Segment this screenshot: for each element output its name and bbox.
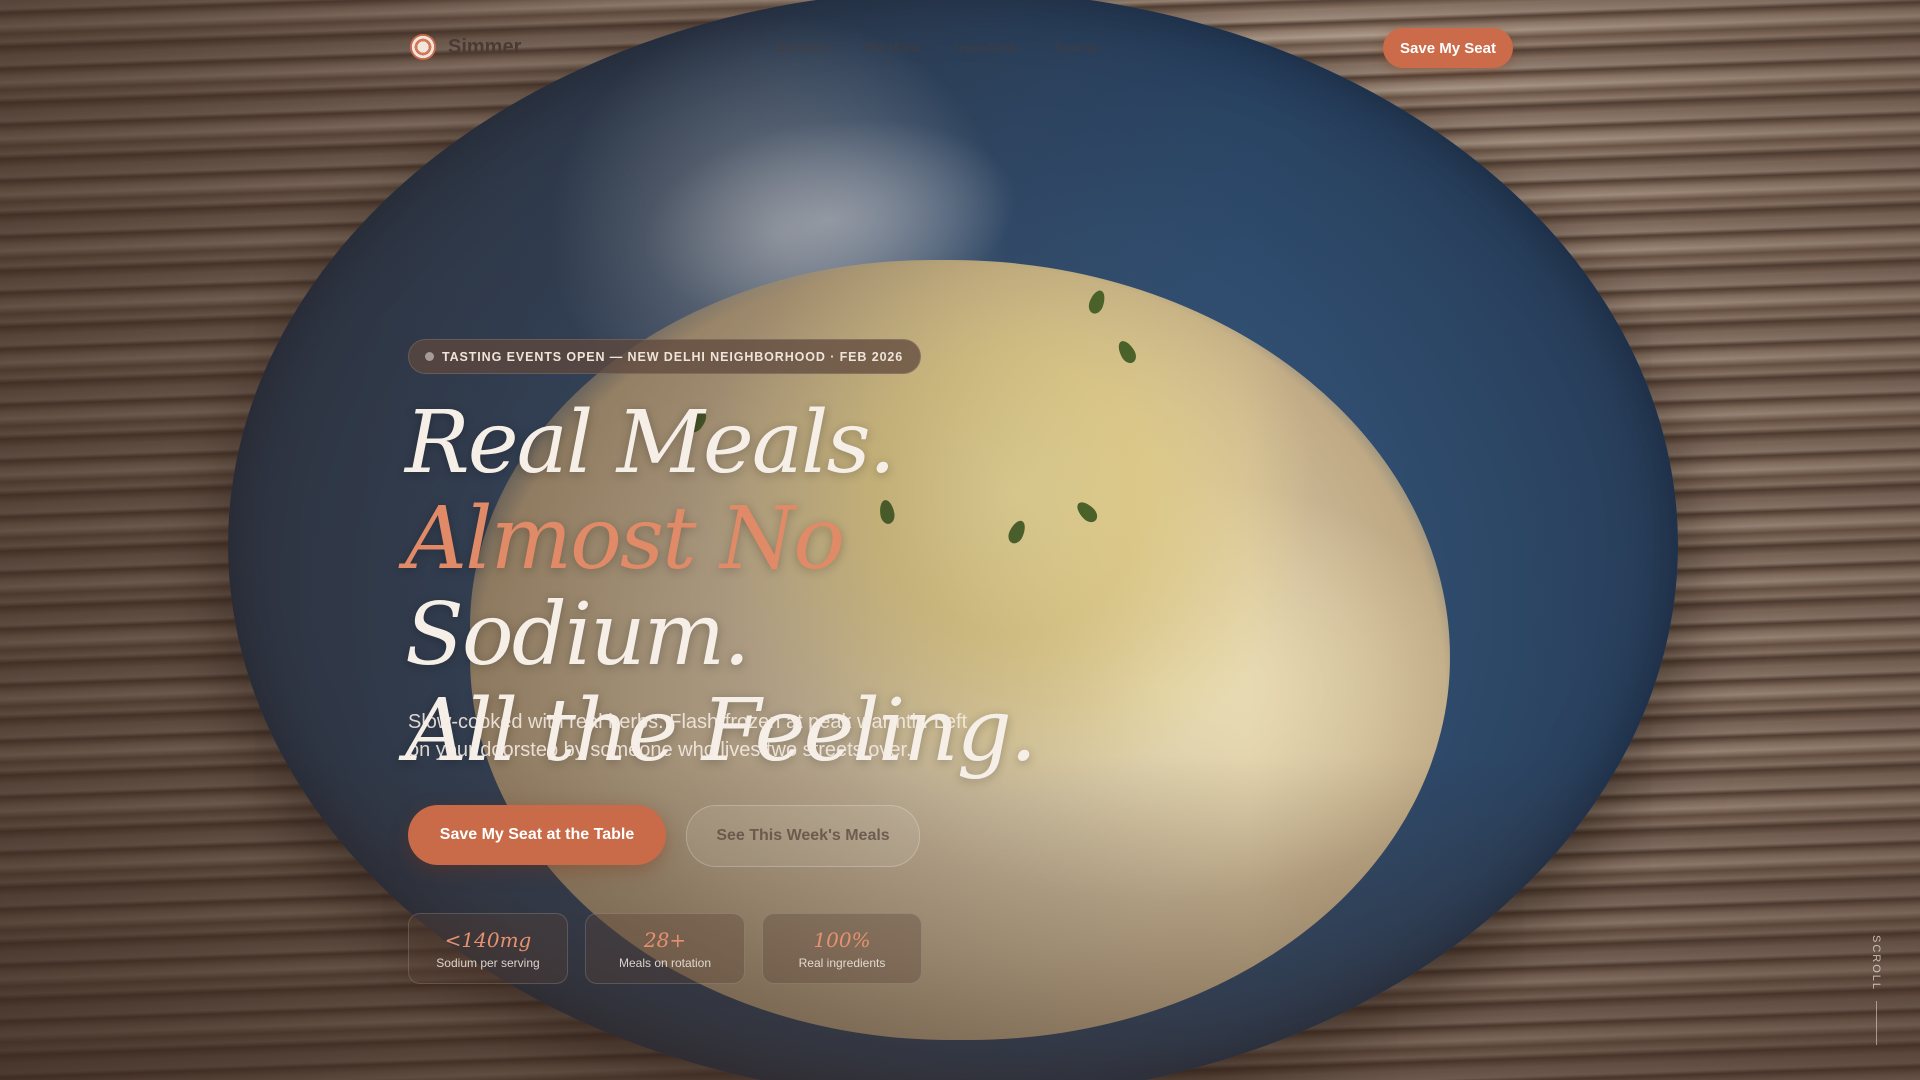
stat-label: Sodium per serving bbox=[436, 955, 540, 970]
stat-label: Meals on rotation bbox=[618, 955, 712, 970]
stat-value: 100% bbox=[813, 927, 871, 952]
nav-link-menu[interactable]: The Menu bbox=[862, 40, 921, 55]
scroll-line bbox=[1875, 1001, 1877, 1046]
nav-link-our-story[interactable]: Our story bbox=[775, 40, 828, 55]
header-save-seat-button[interactable]: Save My Seat bbox=[1383, 28, 1513, 68]
scroll-indicator[interactable]: SCROLL bbox=[1870, 935, 1882, 1046]
stat-value: <140mg bbox=[444, 927, 532, 952]
event-badge: TASTING EVENTS OPEN — NEW DELHI NEIGHBOR… bbox=[408, 339, 922, 374]
main-nav: Our story The Menu Ingredients Tastings bbox=[775, 40, 1101, 55]
stat-card: 28+ Meals on rotation bbox=[585, 913, 745, 984]
headline-accent: Almost No bbox=[405, 489, 845, 589]
headline-part-2: Sodium. bbox=[405, 585, 751, 685]
site-header: Simmer Our story The Menu Ingredients Ta… bbox=[0, 0, 1920, 96]
status-dot-icon bbox=[425, 352, 434, 361]
brand-logo[interactable]: Simmer bbox=[410, 34, 521, 60]
headline-part-1: Real Meals. bbox=[405, 393, 896, 493]
scroll-label: SCROLL bbox=[1870, 935, 1882, 992]
stat-value: 28+ bbox=[643, 927, 687, 952]
stat-card: <140mg Sodium per serving bbox=[408, 913, 568, 984]
nav-link-tastings[interactable]: Tastings bbox=[1053, 40, 1101, 55]
see-meals-button[interactable]: See This Week's Meals bbox=[686, 805, 920, 867]
event-badge-text: TASTING EVENTS OPEN — NEW DELHI NEIGHBOR… bbox=[442, 349, 904, 364]
brand-name: Simmer bbox=[448, 35, 522, 58]
simmer-logo-icon bbox=[410, 34, 436, 60]
save-seat-button[interactable]: Save My Seat at the Table bbox=[408, 805, 666, 865]
stat-card: 100% Real ingredients bbox=[762, 913, 922, 984]
hero-subtext: Slow-cooked with real herbs. Flash-froze… bbox=[408, 711, 968, 761]
nav-link-ingredients[interactable]: Ingredients bbox=[955, 40, 1019, 55]
stat-label: Real ingredients bbox=[798, 955, 886, 970]
stats-row: <140mg Sodium per serving 28+ Meals on r… bbox=[408, 913, 922, 984]
landing-page: Simmer Our story The Menu Ingredients Ta… bbox=[0, 0, 1920, 1080]
